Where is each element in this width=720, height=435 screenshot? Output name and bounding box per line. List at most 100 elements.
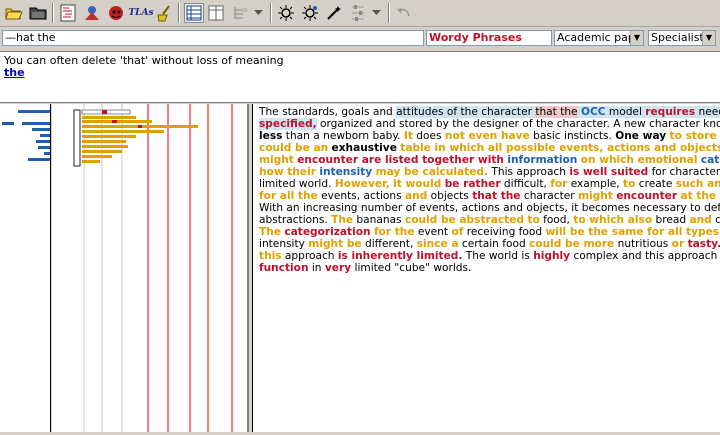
highlighted-phrase[interactable]: requires: [645, 106, 696, 118]
overview-pane[interactable]: [0, 104, 51, 432]
highlighted-phrase[interactable]: could be abstracted: [405, 214, 524, 226]
style-select[interactable]: Academic paper ▼: [554, 30, 644, 46]
highlighted-phrase[interactable]: might be: [308, 238, 361, 250]
text-line[interactable]: With an increasing number of events, act…: [259, 202, 720, 214]
magic-icon[interactable]: [324, 3, 344, 23]
highlighted-phrase[interactable]: be rather: [445, 178, 501, 190]
highlighted-phrase[interactable]: that the: [535, 106, 578, 118]
dropdown-icon-2[interactable]: [370, 3, 382, 23]
highlighted-phrase[interactable]: of: [451, 226, 463, 238]
text-line[interactable]: limited world. However, it would be rath…: [259, 178, 720, 190]
chevron-down-icon[interactable]: ▼: [702, 31, 715, 45]
highlighted-phrase[interactable]: such an: [676, 178, 720, 190]
highlighted-phrase[interactable]: since a: [417, 238, 459, 250]
sun-settings-icon-2[interactable]: [300, 3, 320, 23]
text-line[interactable]: how their intensity may be calculated. T…: [259, 166, 720, 178]
sun-settings-icon[interactable]: [276, 3, 296, 23]
text-line[interactable]: The categorization for the event of rece…: [259, 226, 720, 238]
highlighted-phrase[interactable]: very: [325, 262, 351, 274]
highlighted-phrase[interactable]: might: [578, 190, 613, 202]
document-tree-icon[interactable]: [58, 3, 78, 23]
highlighted-phrase[interactable]: less: [259, 130, 282, 142]
search-input[interactable]: —hat the: [2, 30, 424, 46]
text-line[interactable]: The standards, goals and attitudes of th…: [259, 106, 720, 118]
sliders-icon[interactable]: [348, 3, 368, 23]
highlighted-phrase[interactable]: is inherently limited.: [338, 250, 463, 262]
highlighted-phrase[interactable]: to: [623, 178, 635, 190]
highlighted-phrase[interactable]: and: [689, 214, 711, 226]
highlighted-phrase[interactable]: to store: [670, 130, 717, 142]
highlighted-phrase[interactable]: for: [550, 178, 567, 190]
highlighted-phrase[interactable]: OCC: [580, 106, 606, 118]
shapes-icon[interactable]: [82, 3, 102, 23]
chevron-down-icon[interactable]: ▼: [630, 31, 643, 45]
highlighted-phrase[interactable]: this: [259, 250, 282, 262]
highlighted-phrase[interactable]: tasty.: [688, 238, 720, 250]
highlighted-phrase[interactable]: highly: [533, 250, 570, 262]
highlighted-phrase[interactable]: attitudes: [396, 106, 444, 118]
open-folder-icon[interactable]: [4, 3, 24, 23]
highlighted-phrase[interactable]: categorization: [284, 226, 370, 238]
text-line[interactable]: abstractions. The bananas could be abstr…: [259, 214, 720, 226]
undo-icon[interactable]: [394, 3, 414, 23]
highlighted-phrase[interactable]: for the: [374, 226, 415, 238]
hierarchy-icon[interactable]: [230, 3, 250, 23]
highlighted-phrase[interactable]: for all the: [259, 190, 318, 202]
highlighted-phrase[interactable]: could be more: [529, 238, 614, 250]
highlighted-phrase[interactable]: model: [605, 106, 646, 118]
highlighted-phrase[interactable]: may be calculated.: [376, 166, 488, 178]
table-outline-icon[interactable]: [206, 3, 226, 23]
highlighted-phrase[interactable]: It: [404, 130, 413, 142]
document-editor[interactable]: The standards, goals and attitudes of th…: [252, 104, 720, 432]
text-line[interactable]: this approach is inherently limited. The…: [259, 250, 720, 262]
highlighted-phrase[interactable]: it would: [393, 178, 441, 190]
highlighted-phrase[interactable]: is well suited: [569, 166, 648, 178]
text-line[interactable]: might encounter are listed together with…: [259, 154, 720, 166]
text-line[interactable]: function in very limited "cube" worlds.: [259, 262, 720, 274]
text-line[interactable]: intensity might be different, since a ce…: [259, 238, 720, 250]
info-link[interactable]: the: [4, 66, 25, 79]
highlighted-phrase[interactable]: how their: [259, 166, 316, 178]
highlighted-phrase[interactable]: not even have: [445, 130, 530, 142]
highlighted-phrase[interactable]: or: [672, 238, 685, 250]
highlighted-phrase[interactable]: encounter: [616, 190, 677, 202]
highlighted-phrase[interactable]: that the: [472, 190, 520, 202]
highlighted-phrase[interactable]: However,: [335, 178, 390, 190]
highlighted-phrase[interactable]: The: [259, 226, 281, 238]
text-line[interactable]: specified, organized and stored by the d…: [259, 118, 720, 130]
highlighted-phrase[interactable]: specified,: [259, 118, 317, 130]
highlighted-phrase[interactable]: The: [331, 214, 353, 226]
highlighted-phrase[interactable]: and: [405, 190, 427, 202]
document-text[interactable]: The standards, goals and attitudes of th…: [259, 106, 720, 274]
highlighted-phrase[interactable]: could be an: [259, 142, 328, 154]
highlighted-phrase[interactable]: of the character: [443, 106, 536, 118]
highlighted-phrase[interactable]: categories: [701, 154, 720, 166]
highlighted-phrase[interactable]: will be the same for all types of: [545, 226, 720, 238]
face-icon[interactable]: [106, 3, 126, 23]
highlighted-phrase[interactable]: at the: [680, 190, 716, 202]
highlighted-phrase[interactable]: on which emotional: [581, 154, 698, 166]
structure-pane[interactable]: [52, 104, 249, 432]
category-field[interactable]: Wordy Phrases: [426, 30, 552, 46]
highlighted-phrase[interactable]: table in which all possible events, acti…: [400, 142, 720, 154]
folder-icon[interactable]: [28, 3, 48, 23]
text-span: for characters that ac: [651, 166, 720, 178]
highlighted-phrase[interactable]: information: [507, 154, 577, 166]
highlighted-phrase[interactable]: to which also: [573, 214, 652, 226]
broom-icon[interactable]: [154, 3, 174, 23]
highlighted-phrase[interactable]: function: [259, 262, 309, 274]
highlighted-phrase[interactable]: need to: [695, 106, 720, 118]
text-line[interactable]: could be an exhaustive table in which al…: [259, 142, 720, 154]
audience-select[interactable]: Specialist ▼: [648, 30, 716, 46]
highlighted-phrase[interactable]: intensity: [319, 166, 372, 178]
text-line[interactable]: for all the events, actions and objects …: [259, 190, 720, 202]
highlighted-phrase[interactable]: exhaustive: [332, 142, 397, 154]
table-icon[interactable]: [184, 3, 204, 23]
highlighted-phrase[interactable]: encounter are listed together with: [297, 154, 504, 166]
tlas-icon[interactable]: TLAs: [128, 3, 153, 23]
text-line[interactable]: less than a newborn baby. It does not ev…: [259, 130, 720, 142]
highlighted-phrase[interactable]: One way: [615, 130, 666, 142]
highlighted-phrase[interactable]: might: [259, 154, 294, 166]
dropdown-icon[interactable]: [252, 3, 264, 23]
highlighted-phrase[interactable]: to: [527, 214, 539, 226]
